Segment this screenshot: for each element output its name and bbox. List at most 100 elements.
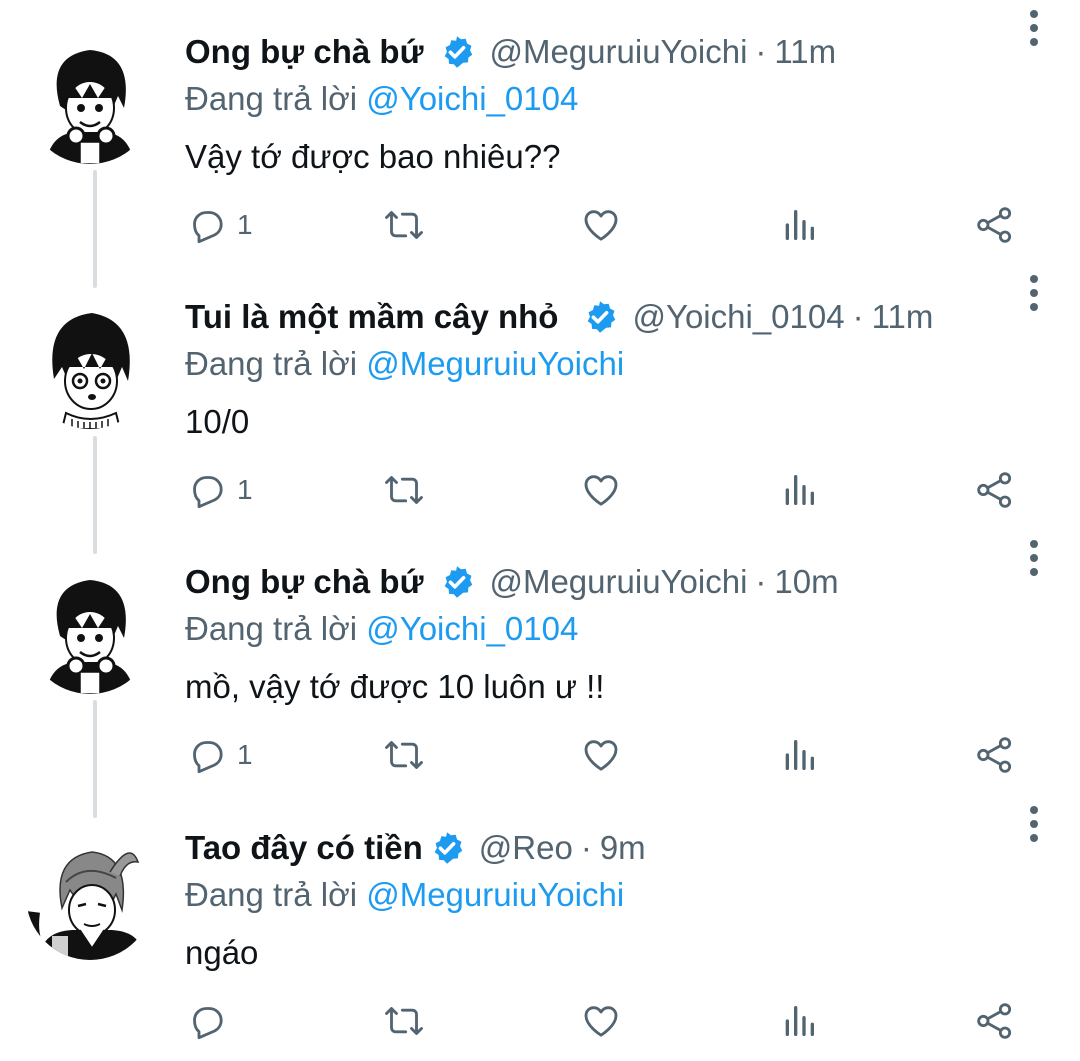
share-button[interactable] (975, 465, 1015, 515)
tweet[interactable]: Tui là một mầm cây nhỏ @Yoichi_0104 · 11… (0, 265, 1080, 530)
share-button[interactable] (975, 730, 1015, 780)
reply-button[interactable] (187, 996, 237, 1046)
share-button[interactable] (975, 996, 1015, 1046)
tweet-text: ngáo (185, 934, 259, 971)
retweet-icon (385, 741, 423, 769)
tweet-text: mồ, vậy tớ được 10 luôn ư !! (185, 668, 605, 705)
views-button[interactable] (779, 730, 819, 780)
replying-to-mention[interactable]: @MeguruiuYoichi (366, 876, 624, 913)
display-name[interactable]: Tui là một mầm cây nhỏ (185, 298, 558, 336)
retweet-button[interactable] (383, 730, 425, 780)
handle[interactable]: @MeguruiuYoichi (489, 33, 747, 71)
reply-count: 1 (237, 209, 253, 240)
separator-dot: · (755, 563, 767, 600)
display-name[interactable]: Tao đây có tiền (185, 829, 423, 867)
replying-to: Đang trả lời @MeguruiuYoichi (185, 341, 1050, 387)
avatar[interactable] (26, 301, 154, 429)
retweet-button[interactable] (383, 200, 425, 250)
avatar-bachira-image (26, 566, 154, 694)
tweet-content: Ong bự chà bứ @MeguruiuYoichi · 11m Đang… (185, 28, 1050, 180)
views-button[interactable] (779, 996, 819, 1046)
tweet-text: 10/0 (185, 403, 250, 440)
tweet-content: Ong bự chà bứ @MeguruiuYoichi · 10m Đang… (185, 558, 1050, 710)
replying-to: Đang trả lời @Yoichi_0104 (185, 606, 1050, 652)
retweet-button[interactable] (383, 465, 425, 515)
tweet-content: Tao đây có tiền @Reo · 9m Đang trả lời @… (185, 824, 1050, 976)
handle[interactable]: @Yoichi_0104 (632, 298, 844, 336)
tweet[interactable]: Tao đây có tiền @Reo · 9m Đang trả lời @… (0, 796, 1080, 1061)
retweet-icon (385, 211, 423, 239)
replying-to-label: Đang trả lời (185, 876, 358, 913)
replying-to-mention[interactable]: @Yoichi_0104 (366, 80, 578, 117)
timestamp[interactable]: 11m (774, 33, 836, 71)
replying-to-mention[interactable]: @Yoichi_0104 (366, 610, 578, 647)
avatar[interactable] (26, 566, 154, 694)
avatar-reo-image (26, 832, 154, 960)
like-button[interactable] (581, 996, 621, 1046)
avatar[interactable] (26, 832, 154, 960)
reply-count: 1 (237, 739, 253, 770)
separator-dot: · (852, 298, 864, 335)
display-name[interactable]: Ong bự chà bứ (185, 33, 423, 71)
retweet-button[interactable] (383, 996, 425, 1046)
tweet[interactable]: Ong bự chà bứ @MeguruiuYoichi · 11m Đang… (0, 0, 1080, 265)
like-heart-icon (584, 740, 618, 771)
views-button[interactable] (779, 200, 819, 250)
like-button[interactable] (581, 200, 621, 250)
handle[interactable]: @MeguruiuYoichi (489, 563, 747, 601)
avatar[interactable] (26, 36, 154, 164)
replying-to: Đang trả lời @MeguruiuYoichi (185, 872, 1050, 918)
replying-to-label: Đang trả lời (185, 610, 358, 647)
tweet-header: Tui là một mầm cây nhỏ @Yoichi_0104 · 11… (185, 293, 1050, 341)
reply-icon (193, 1007, 223, 1040)
verified-badge-icon (429, 830, 465, 866)
views-button[interactable] (779, 465, 819, 515)
reply-button[interactable]: 1 (187, 730, 253, 780)
verified-badge-icon (582, 299, 618, 335)
separator-dot: · (580, 829, 592, 866)
more-vertical-icon[interactable] (1026, 273, 1042, 313)
reply-count: 1 (237, 474, 253, 505)
timestamp[interactable]: 9m (600, 829, 646, 867)
tweet-actions: 1 (185, 200, 1025, 250)
more-vertical-icon[interactable] (1026, 804, 1042, 844)
views-chart-icon (785, 475, 814, 505)
share-icon (977, 472, 1012, 508)
display-name[interactable]: Ong bự chà bứ (185, 563, 423, 601)
retweet-icon (385, 476, 423, 504)
share-icon (977, 207, 1012, 243)
like-button[interactable] (581, 465, 621, 515)
avatar-isagi-image (26, 301, 154, 429)
views-chart-icon (785, 210, 814, 240)
replying-to: Đang trả lời @Yoichi_0104 (185, 76, 1050, 122)
tweet[interactable]: Ong bự chà bứ @MeguruiuYoichi · 10m Đang… (0, 530, 1080, 795)
tweet-content: Tui là một mầm cây nhỏ @Yoichi_0104 · 11… (185, 293, 1050, 445)
reply-button[interactable]: 1 (187, 465, 253, 515)
timestamp[interactable]: 11m (872, 298, 934, 336)
more-vertical-icon[interactable] (1026, 538, 1042, 578)
tweet-header: Ong bự chà bứ @MeguruiuYoichi · 10m (185, 558, 1050, 606)
reply-button[interactable]: 1 (187, 200, 253, 250)
tweet-actions: 1 (185, 465, 1025, 515)
more-vertical-icon[interactable] (1026, 8, 1042, 48)
like-button[interactable] (581, 730, 621, 780)
replying-to-mention[interactable]: @MeguruiuYoichi (366, 345, 624, 382)
separator-dot: · (755, 33, 767, 70)
tweet-actions: 1 (185, 730, 1025, 780)
handle[interactable]: @Reo (479, 829, 573, 867)
timestamp[interactable]: 10m (774, 563, 838, 601)
tweet-text: Vậy tớ được bao nhiêu?? (185, 138, 561, 175)
reply-icon (193, 476, 223, 509)
share-icon (977, 1003, 1012, 1039)
replying-to-label: Đang trả lời (185, 80, 358, 117)
views-chart-icon (785, 1006, 814, 1036)
verified-badge-icon (439, 34, 475, 70)
share-icon (977, 737, 1012, 773)
tweet-header: Ong bự chà bứ @MeguruiuYoichi · 11m (185, 28, 1050, 76)
share-button[interactable] (975, 200, 1015, 250)
avatar-bachira-image (26, 36, 154, 164)
tweet-header: Tao đây có tiền @Reo · 9m (185, 824, 1050, 872)
like-heart-icon (584, 210, 618, 241)
reply-icon (193, 741, 223, 774)
like-heart-icon (584, 475, 618, 506)
